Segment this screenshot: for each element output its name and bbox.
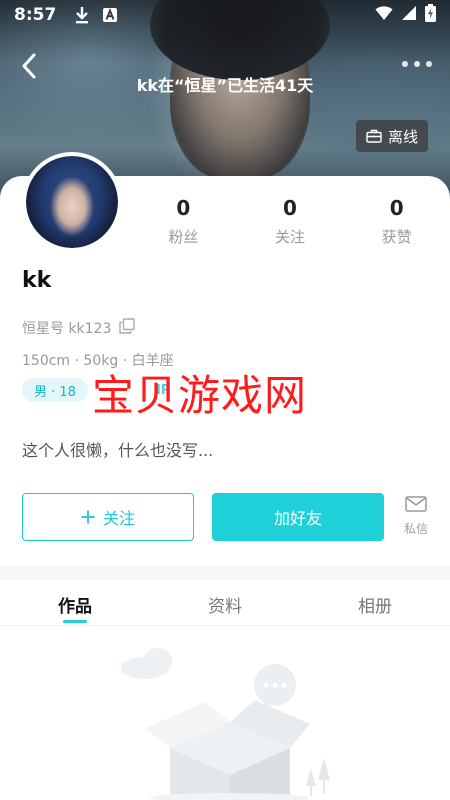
tab-label: 相册 bbox=[358, 597, 392, 617]
tab-works[interactable]: 作品 bbox=[0, 580, 150, 625]
username: kk bbox=[22, 268, 52, 293]
content-tabs: 作品 资料 相册 bbox=[0, 580, 450, 626]
follow-label: 关注 bbox=[102, 509, 135, 528]
stat-following[interactable]: 0 关注 bbox=[237, 196, 344, 256]
stat-label: 粉丝 bbox=[168, 228, 199, 246]
tab-album[interactable]: 相册 bbox=[300, 580, 450, 625]
download-icon bbox=[74, 6, 90, 24]
tab-label: 资料 bbox=[208, 597, 242, 617]
status-bar: 8:57 bbox=[0, 0, 450, 30]
stats-row: 0 粉丝 0 关注 0 获赞 bbox=[130, 196, 450, 256]
cloud-left bbox=[121, 648, 172, 679]
a-badge-icon bbox=[102, 7, 118, 23]
tab-profile-info[interactable]: 资料 bbox=[150, 580, 300, 625]
section-divider bbox=[0, 566, 450, 580]
more-dot bbox=[426, 61, 432, 67]
more-dot bbox=[414, 61, 420, 67]
stat-fans[interactable]: 0 粉丝 bbox=[130, 196, 237, 256]
stat-value: 0 bbox=[176, 196, 191, 220]
user-id-row: 恒星号 kk123 bbox=[22, 318, 136, 338]
battery-charging-icon bbox=[425, 3, 436, 27]
user-id: 恒星号 kk123 bbox=[22, 321, 112, 337]
status-time: 8:57 bbox=[14, 5, 57, 25]
add-friend-button[interactable]: 加好友 bbox=[212, 493, 384, 541]
active-tab-indicator bbox=[63, 620, 87, 623]
copy-icon[interactable] bbox=[119, 318, 136, 338]
stat-value: 0 bbox=[283, 196, 297, 220]
stat-label: 获赞 bbox=[381, 228, 412, 246]
empty-box bbox=[145, 700, 310, 800]
briefcase-icon bbox=[366, 129, 382, 143]
message-button[interactable]: 私信 bbox=[396, 496, 436, 542]
watermark: 宝贝游戏网 bbox=[92, 371, 308, 420]
offline-label: 离线 bbox=[387, 127, 418, 146]
message-label: 私信 bbox=[403, 522, 428, 536]
add-friend-label: 加好友 bbox=[273, 509, 322, 528]
bio: 这个人很懒，什么也没写... bbox=[22, 441, 214, 460]
more-button[interactable] bbox=[402, 56, 432, 72]
gender-age-badge: 男 · 18 bbox=[22, 378, 88, 402]
tree-right bbox=[306, 758, 330, 796]
stat-likes[interactable]: 0 获赞 bbox=[343, 196, 450, 256]
stat-value: 0 bbox=[389, 196, 404, 220]
signal-icon bbox=[401, 5, 417, 26]
avatar[interactable] bbox=[22, 152, 122, 252]
more-dot bbox=[402, 61, 408, 67]
offline-status-badge: 离线 bbox=[356, 120, 428, 152]
plus-icon bbox=[81, 510, 95, 524]
follow-button[interactable]: 关注 bbox=[22, 493, 194, 541]
empty-state-illustration bbox=[121, 648, 330, 800]
avatar-image bbox=[26, 156, 118, 248]
stat-label: 关注 bbox=[275, 228, 306, 246]
tab-label: 作品 bbox=[58, 597, 92, 617]
wifi-icon bbox=[375, 5, 393, 26]
page-title: kk在“恒星”已生活41天 bbox=[136, 76, 314, 95]
status-right bbox=[375, 3, 436, 27]
mail-icon bbox=[405, 496, 427, 512]
